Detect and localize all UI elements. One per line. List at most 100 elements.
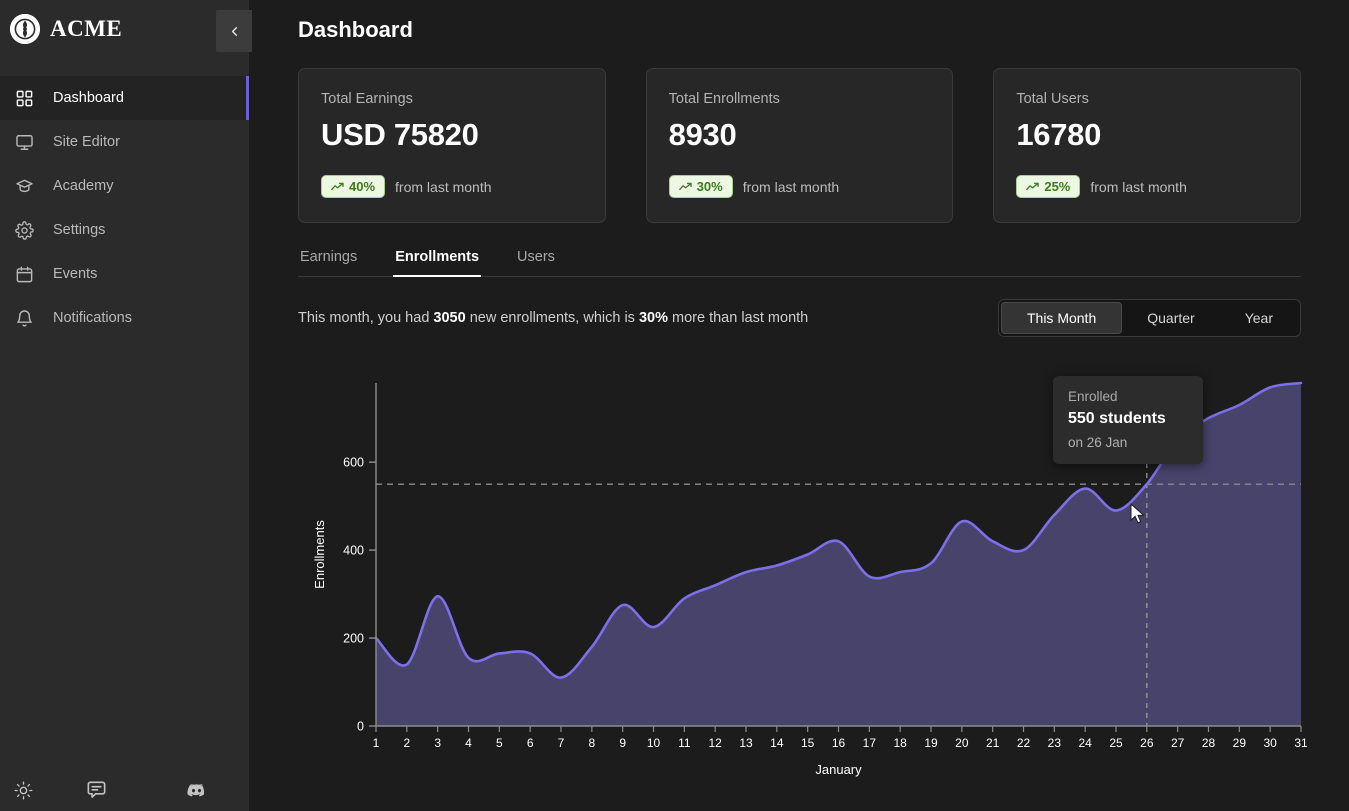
stat-card-footer: 30% from last month <box>669 175 931 198</box>
sidebar-item-label: Dashboard <box>53 90 124 106</box>
chart-x-tick-label: 16 <box>832 736 846 750</box>
chart-x-tick-label: 28 <box>1202 736 1216 750</box>
period-button-quarter[interactable]: Quarter <box>1122 302 1219 334</box>
chevron-left-icon <box>227 24 242 39</box>
brand[interactable]: ACME <box>0 0 249 58</box>
period-button-this-month[interactable]: This Month <box>1001 302 1122 334</box>
sidebar: ACME Dashboard <box>0 0 250 811</box>
stat-card-footer: 40% from last month <box>321 175 583 198</box>
stat-card-total-earnings: Total Earnings USD 75820 40% from last m… <box>298 68 606 223</box>
brand-name: ACME <box>50 16 122 42</box>
tab-earnings[interactable]: Earnings <box>298 249 359 276</box>
tab-enrollments[interactable]: Enrollments <box>393 249 481 276</box>
gear-icon <box>15 221 34 240</box>
chart-x-tick-label: 17 <box>863 736 877 750</box>
stat-card-value: 16780 <box>1016 117 1278 153</box>
chart-x-tick-label: 5 <box>496 736 503 750</box>
chart-x-tick-label: 27 <box>1171 736 1185 750</box>
sidebar-collapse-button[interactable] <box>216 10 252 52</box>
chart-y-tick-label: 400 <box>343 544 364 558</box>
discord-icon <box>186 780 207 801</box>
chart-x-tick-label: 13 <box>739 736 753 750</box>
stat-card-value: 8930 <box>669 117 931 153</box>
sidebar-item-dashboard[interactable]: Dashboard <box>0 76 249 120</box>
sidebar-item-label: Academy <box>53 178 113 194</box>
stat-card-label: Total Enrollments <box>669 91 931 107</box>
sidebar-item-label: Events <box>53 266 97 282</box>
chat-bubble-icon <box>85 779 108 802</box>
tab-users[interactable]: Users <box>515 249 557 276</box>
chart-x-tick-label: 15 <box>801 736 815 750</box>
chart-x-tick-label: 4 <box>465 736 472 750</box>
stat-cards: Total Earnings USD 75820 40% from last m… <box>298 68 1301 223</box>
acme-circle-logo-icon <box>10 14 40 44</box>
chart-x-tick-label: 3 <box>434 736 441 750</box>
dashboard-app: ACME Dashboard <box>0 0 1349 811</box>
trending-up-icon <box>679 182 692 192</box>
trending-up-icon <box>331 182 344 192</box>
stat-card-note: from last month <box>743 179 839 195</box>
chart-x-tick-label: 11 <box>678 736 691 750</box>
stat-card-note: from last month <box>395 179 491 195</box>
page-title: Dashboard <box>298 17 1301 43</box>
sidebar-item-label: Settings <box>53 222 105 238</box>
summary-row: This month, you had 3050 new enrollments… <box>298 299 1301 337</box>
chart-x-tick-label: 24 <box>1078 736 1092 750</box>
stat-card-delta: 25% <box>1044 179 1070 194</box>
summary-text: This month, you had 3050 new enrollments… <box>298 310 808 326</box>
summary-suffix: more than last month <box>668 310 808 326</box>
sidebar-item-settings[interactable]: Settings <box>0 208 249 252</box>
brightness-sun-icon <box>14 781 33 800</box>
theme-toggle-button[interactable] <box>0 781 46 800</box>
summary-prefix: This month, you had <box>298 310 433 326</box>
stat-card-value: USD 75820 <box>321 117 583 153</box>
chart-canvas[interactable]: 0200400600Enrollments1234567891011121314… <box>298 371 1308 791</box>
status-badge: 40% <box>321 175 385 198</box>
chart-x-tick-label: 1 <box>373 736 380 750</box>
stat-card-total-enrollments: Total Enrollments 8930 30% from last mon… <box>646 68 954 223</box>
monitor-icon <box>15 133 34 152</box>
chart-x-tick-label: 19 <box>924 736 938 750</box>
chart-x-tick-label: 2 <box>403 736 410 750</box>
period-toggle: This Month Quarter Year <box>998 299 1301 337</box>
chart-y-axis-title: Enrollments <box>312 520 327 589</box>
feedback-chat-button[interactable] <box>46 779 146 802</box>
status-badge: 25% <box>1016 175 1080 198</box>
sidebar-item-events[interactable]: Events <box>0 252 249 296</box>
calendar-icon <box>15 265 34 284</box>
sidebar-item-site-editor[interactable]: Site Editor <box>0 120 249 164</box>
chart-x-tick-label: 7 <box>558 736 565 750</box>
graduation-cap-icon <box>15 177 34 196</box>
status-badge: 30% <box>669 175 733 198</box>
summary-count: 3050 <box>433 310 465 326</box>
summary-middle: new enrollments, which is <box>466 310 639 326</box>
stat-card-note: from last month <box>1090 179 1186 195</box>
stat-card-label: Total Users <box>1016 91 1278 107</box>
sidebar-item-notifications[interactable]: Notifications <box>0 296 249 340</box>
chart-x-tick-label: 12 <box>708 736 722 750</box>
chart-x-tick-label: 29 <box>1233 736 1247 750</box>
main-content: Dashboard Total Earnings USD 75820 40% f… <box>250 0 1349 811</box>
summary-percent: 30% <box>639 310 668 326</box>
sidebar-item-label: Notifications <box>53 310 132 326</box>
chart-x-tick-label: 31 <box>1294 736 1308 750</box>
stat-card-delta: 30% <box>697 179 723 194</box>
discord-link-button[interactable] <box>146 780 246 801</box>
chart-x-tick-label: 26 <box>1140 736 1154 750</box>
chart-x-tick-label: 9 <box>619 736 626 750</box>
stat-card-footer: 25% from last month <box>1016 175 1278 198</box>
sidebar-item-academy[interactable]: Academy <box>0 164 249 208</box>
trending-up-icon <box>1026 182 1039 192</box>
bell-icon <box>15 309 34 328</box>
chart-x-axis-title: January <box>815 762 862 777</box>
chart-x-tick-label: 30 <box>1263 736 1277 750</box>
chart-y-tick-label: 600 <box>343 456 364 470</box>
sidebar-nav: Dashboard Site Editor Academy <box>0 76 249 340</box>
sidebar-footer <box>0 769 249 811</box>
stat-card-label: Total Earnings <box>321 91 583 107</box>
chart-x-tick-label: 10 <box>647 736 661 750</box>
period-button-year[interactable]: Year <box>1220 302 1298 334</box>
chart-x-tick-label: 22 <box>1017 736 1031 750</box>
enrollments-chart[interactable]: 0200400600Enrollments1234567891011121314… <box>298 371 1301 791</box>
chart-area-fill <box>376 383 1301 726</box>
